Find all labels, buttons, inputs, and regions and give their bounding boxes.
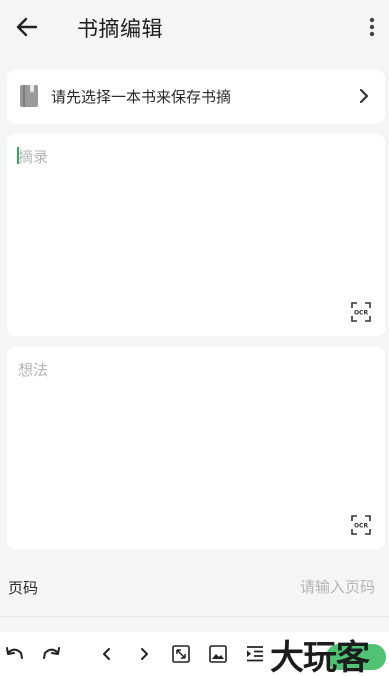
redo-icon xyxy=(43,647,60,659)
page-number-label: 页码 xyxy=(8,579,39,597)
book-selector[interactable]: 请先选择一本书来保存书摘 xyxy=(7,70,385,124)
cursor-left-button[interactable] xyxy=(97,644,117,664)
app-bar: 书摘编辑 xyxy=(0,0,389,56)
divider xyxy=(0,616,389,617)
watermark-logo: 大玩客 xyxy=(270,630,389,676)
undo-icon xyxy=(6,647,23,659)
ocr-scan-icon[interactable]: OCR xyxy=(351,515,371,535)
cursor-right-button[interactable] xyxy=(134,644,154,664)
page-number-input[interactable] xyxy=(215,572,375,602)
more-vertical-icon xyxy=(369,17,375,37)
indent-icon xyxy=(247,646,263,662)
ocr-scan-icon[interactable]: OCR xyxy=(351,302,371,322)
page-number-row: 页码 xyxy=(0,562,389,612)
svg-text:OCR: OCR xyxy=(354,310,369,317)
svg-text:OCR: OCR xyxy=(354,523,369,530)
book-icon xyxy=(20,85,38,107)
undo-button[interactable] xyxy=(5,644,25,664)
more-options-button[interactable] xyxy=(365,14,379,40)
chevron-left-icon xyxy=(103,648,110,660)
book-selector-label: 请先选择一本书来保存书摘 xyxy=(51,88,232,106)
thought-field[interactable]: 想法 OCR xyxy=(7,347,385,549)
insert-image-button[interactable] xyxy=(208,644,228,664)
redo-button[interactable] xyxy=(41,644,61,664)
arrow-left-icon xyxy=(16,17,38,37)
page-title: 书摘编辑 xyxy=(77,17,163,41)
expand-icon xyxy=(172,645,190,663)
chevron-right-icon xyxy=(141,648,148,660)
back-button[interactable] xyxy=(14,14,40,40)
thought-placeholder: 想法 xyxy=(18,361,49,379)
watermark-text: 大玩客 xyxy=(270,638,370,676)
text-cursor xyxy=(17,147,19,164)
excerpt-field[interactable]: 摘录 OCR xyxy=(7,134,385,336)
chevron-right-icon xyxy=(359,88,369,104)
excerpt-placeholder: 摘录 xyxy=(18,148,49,166)
image-icon xyxy=(209,645,227,663)
expand-button[interactable] xyxy=(171,644,191,664)
indent-button[interactable] xyxy=(245,644,265,664)
